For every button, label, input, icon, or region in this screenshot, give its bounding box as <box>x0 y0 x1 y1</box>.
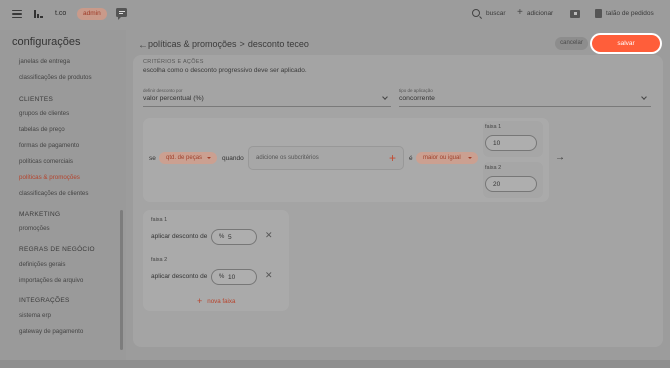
quantity-tier-1-value: 10 <box>493 140 501 147</box>
percent-prefix: % <box>219 234 225 240</box>
apply-type-label: tipo de aplicação <box>399 88 433 93</box>
store-name: t.co <box>55 10 67 17</box>
chat-icon[interactable] <box>116 8 127 20</box>
quantity-tier-2-input[interactable]: 20 <box>485 176 537 192</box>
main-content: ← políticas & promoções > desconto teceo c… <box>130 30 670 360</box>
breadcrumb: políticas & promoções > desconto teceo <box>148 39 309 49</box>
sidebar-section-regras-de-negocio: REGRAS DE NEGÓCIO <box>19 246 95 253</box>
caret-down-icon <box>468 157 472 159</box>
discount-card: faixa 1 aplicar desconto de % 5 ✕ faixa … <box>143 210 289 311</box>
document-icon <box>595 9 602 18</box>
quantity-tier-2-value: 20 <box>493 181 501 188</box>
search-button[interactable]: buscar <box>472 9 506 17</box>
operator-select[interactable]: maior ou igual <box>416 152 478 164</box>
quantity-tier-2: faixa 2 20 <box>483 162 543 198</box>
sidebar-item-definicoes-gerais[interactable]: definições gerais <box>19 261 65 268</box>
new-tier-button[interactable]: + nova faixa <box>197 296 235 306</box>
sidebar-scrollbar[interactable] <box>120 210 123 350</box>
discount-tier-1-value: 5 <box>228 234 232 241</box>
sidebar-item-formas-de-pagamento[interactable]: formas de pagamento <box>19 142 79 149</box>
caret-down-icon <box>207 157 211 159</box>
condition-card: se qtd. de peças quando adicione os subc… <box>143 118 549 202</box>
chevron-down-icon[interactable] <box>382 94 388 100</box>
bottom-bar <box>0 360 670 368</box>
quantity-tier-1-label: faixa 1 <box>485 124 502 130</box>
logo <box>33 8 45 20</box>
condition-quando-label: quando <box>222 155 244 162</box>
condition-se-label: se <box>149 155 156 162</box>
section-caption: CRITÉRIOS E AÇÕES <box>143 59 204 65</box>
sidebar-item-importacoes-de-arquivo[interactable]: importações de arquivo <box>19 277 83 284</box>
subcriteria-input[interactable]: adicione os subcritérios + <box>248 146 404 170</box>
criteria-panel: CRITÉRIOS E AÇÕES escolha como o descont… <box>133 55 663 347</box>
sidebar-item-sistema-erp[interactable]: sistema erp <box>19 312 51 319</box>
breadcrumb-separator: > <box>239 39 245 49</box>
admin-badge: admin <box>77 8 107 20</box>
cancel-button[interactable]: cancelar <box>555 37 588 50</box>
remove-tier-1-icon[interactable]: ✕ <box>265 230 273 241</box>
plus-icon: + <box>197 296 203 306</box>
discount-tier-2: faixa 2 aplicar desconto de % 10 ✕ <box>149 254 283 290</box>
quantity-tier-1: faixa 1 10 <box>483 121 543 157</box>
discount-tier-1: faixa 1 aplicar desconto de % 5 ✕ <box>149 214 283 250</box>
discount-tier-2-input[interactable]: % 10 <box>211 269 257 285</box>
sidebar-item-grupos-de-clientes[interactable]: grupos de clientes <box>19 110 69 117</box>
sidebar-item-politicas-promocoes[interactable]: políticas & promoções <box>19 174 80 181</box>
add-label: adicionar <box>526 9 554 17</box>
quantity-tier-2-label: faixa 2 <box>485 165 502 171</box>
sidebar-item-classificacoes-de-produtos[interactable]: classificações de produtos <box>19 74 92 81</box>
sidebar-item-politicas-comerciais[interactable]: políticas comerciais <box>19 158 73 165</box>
search-label: buscar <box>486 9 506 17</box>
sidebar-item-promocoes[interactable]: promoções <box>19 225 50 232</box>
quantity-select-label: qtd. de peças <box>166 155 203 161</box>
discount-tier-2-value: 10 <box>228 274 236 281</box>
discount-tier-1-label: faixa 1 <box>151 217 168 223</box>
add-subcriteria-icon[interactable]: + <box>389 151 396 165</box>
sidebar-section-clientes: CLIENTES <box>19 96 54 103</box>
breadcrumb-parent[interactable]: políticas & promoções <box>148 39 237 49</box>
sidebar-item-tabelas-de-preco[interactable]: tabelas de preço <box>19 126 65 133</box>
apply-discount-label: aplicar desconto de <box>151 233 208 240</box>
sidebar-item-janelas-de-entrega[interactable]: janelas de entrega <box>19 58 70 65</box>
top-bar: t.co admin buscar + adicionar talão de p… <box>0 0 670 30</box>
apply-discount-label: aplicar desconto de <box>151 273 208 280</box>
define-discount-underline <box>143 106 391 107</box>
discount-tier-1-input[interactable]: % 5 <box>211 229 257 245</box>
section-description: escolha como o desconto progressivo deve… <box>143 67 307 74</box>
breadcrumb-current: desconto teceo <box>247 39 309 49</box>
percent-prefix: % <box>219 274 225 280</box>
subcriteria-placeholder: adicione os subcritérios <box>256 155 319 161</box>
apply-type-underline <box>399 106 651 107</box>
arrow-right-icon: → <box>555 152 565 163</box>
back-arrow-icon[interactable]: ← <box>138 40 148 51</box>
sidebar: configurações janelas de entrega classif… <box>0 30 126 360</box>
sidebar-item-gateway-de-pagamento[interactable]: gateway de pagamento <box>19 328 83 335</box>
quantity-select[interactable]: qtd. de peças <box>159 152 217 164</box>
condition-e-label: é <box>409 155 413 162</box>
define-discount-label: definir desconto por <box>143 88 183 93</box>
sidebar-section-integracoes: INTEGRAÇÕES <box>19 297 70 304</box>
sidebar-item-classificacoes-de-clientes[interactable]: classificações de clientes <box>19 190 88 197</box>
define-discount-value[interactable]: valor percentual (%) <box>143 95 204 102</box>
operator-select-label: maior ou igual <box>423 155 461 161</box>
quantity-tier-1-input[interactable]: 10 <box>485 135 537 151</box>
add-button[interactable]: + adicionar <box>517 7 554 18</box>
chevron-down-icon[interactable] <box>641 94 647 100</box>
sidebar-title: configurações <box>12 36 81 48</box>
search-icon <box>472 9 480 17</box>
apply-type-value[interactable]: concorrente <box>399 95 435 102</box>
orders-button[interactable]: talão de pedidos <box>595 9 654 18</box>
sidebar-section-marketing: MARKETING <box>19 211 61 218</box>
box-icon[interactable] <box>570 10 580 18</box>
orders-label: talão de pedidos <box>606 10 654 17</box>
discount-tier-2-label: faixa 2 <box>151 257 168 263</box>
menu-icon[interactable] <box>12 10 22 18</box>
remove-tier-2-icon[interactable]: ✕ <box>265 270 273 281</box>
new-tier-label: nova faixa <box>207 298 236 305</box>
plus-icon: + <box>517 7 523 18</box>
save-button[interactable]: salvar <box>592 35 660 52</box>
